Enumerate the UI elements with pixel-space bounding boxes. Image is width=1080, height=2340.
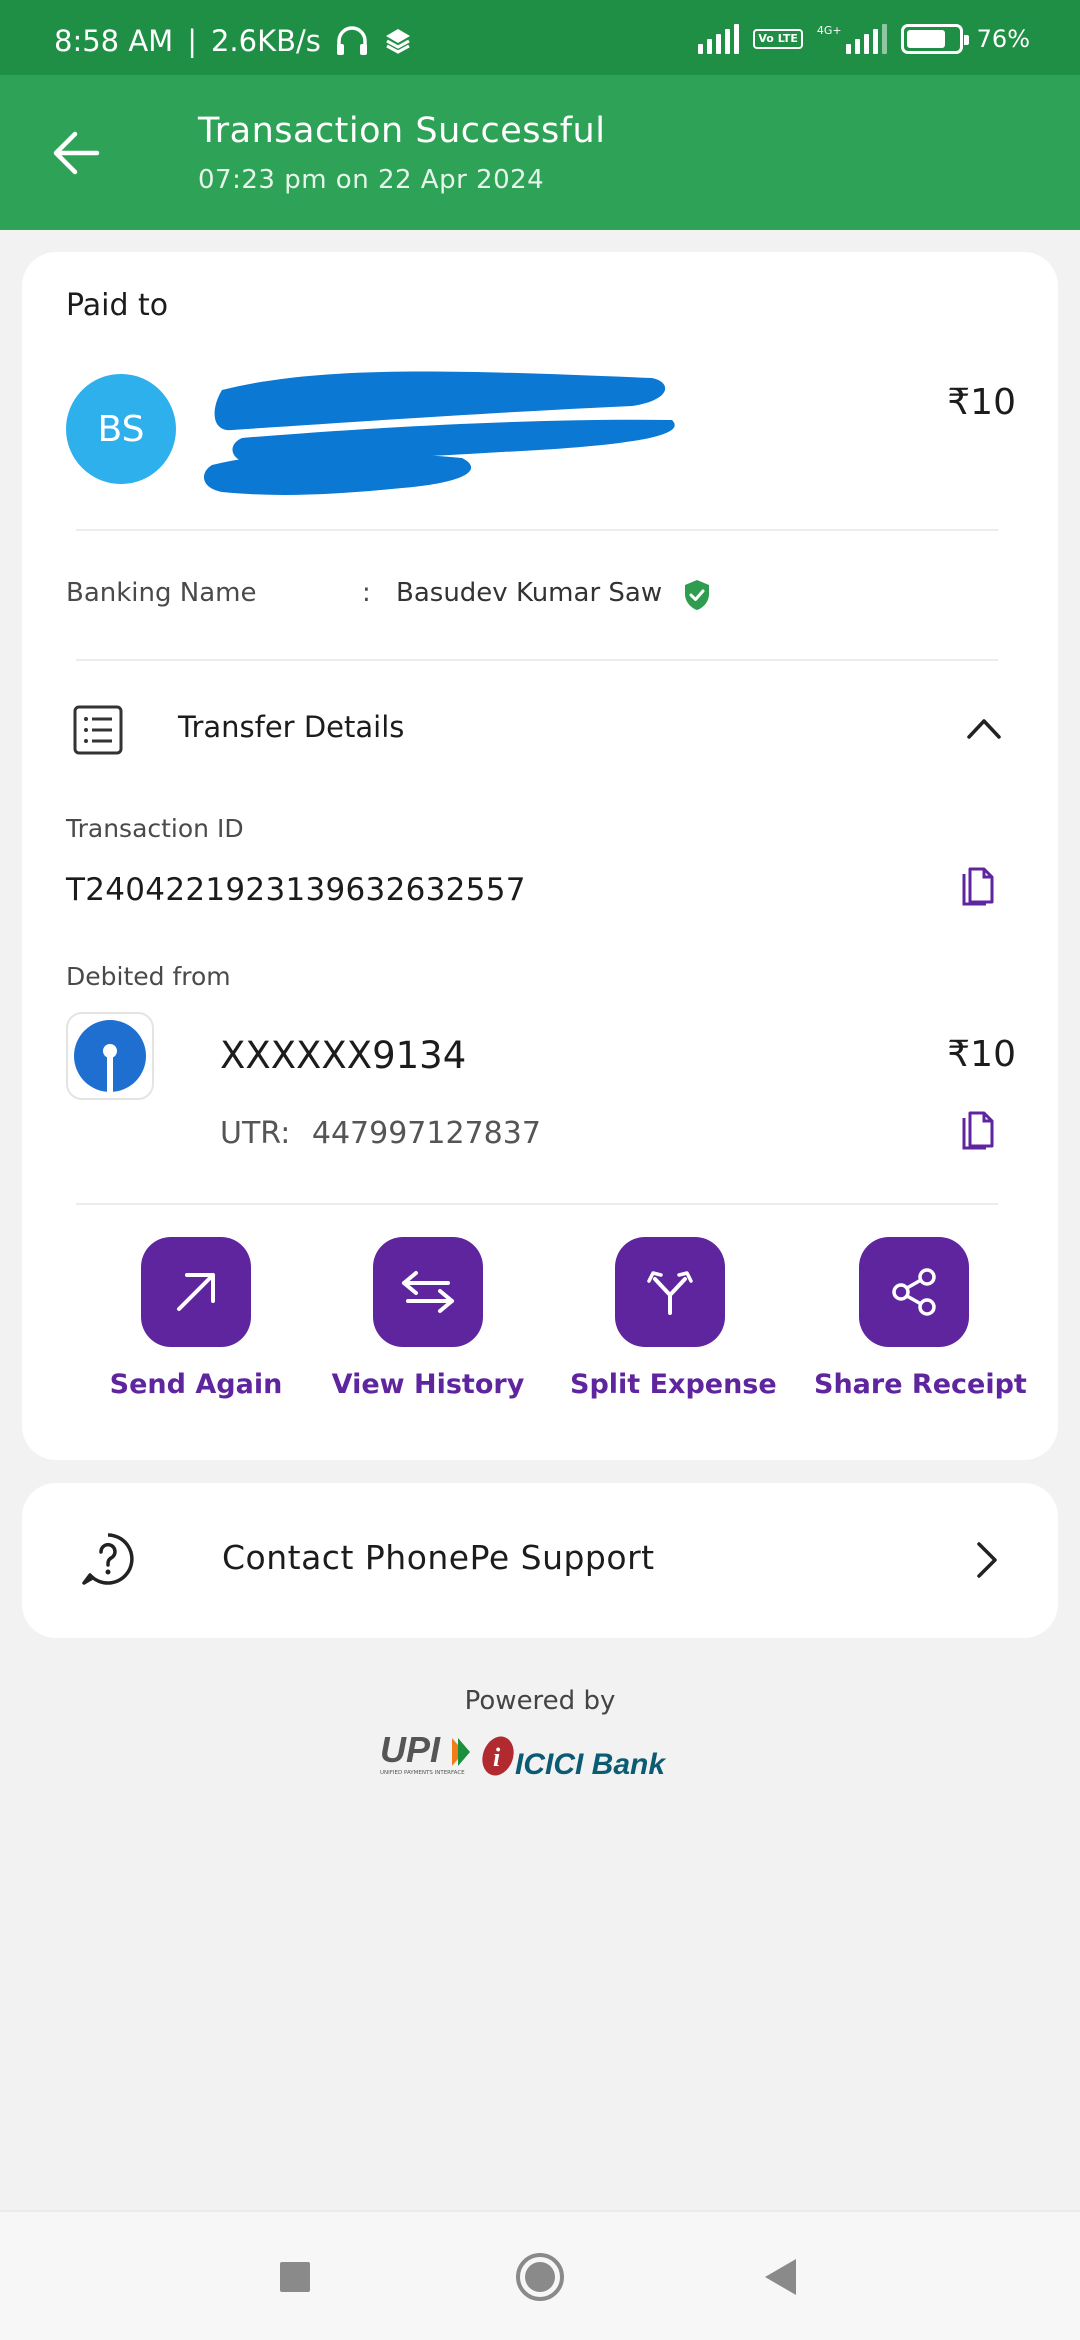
paid-to-label: Paid to: [66, 288, 169, 323]
help-question-icon: [82, 1533, 134, 1585]
status-separator: |: [187, 24, 197, 58]
page-title: Transaction Successful: [198, 111, 606, 151]
battery-icon: [900, 24, 969, 54]
chevron-right-icon[interactable]: [974, 1541, 1000, 1579]
upi-logo: UPI UNIFIED PAYMENTS INTERFACE: [380, 1730, 470, 1776]
triangle-back-icon: [765, 2259, 796, 2295]
icici-bank-logo: i ICICI Bank: [482, 1736, 666, 1781]
battery-level: 76%: [976, 25, 1030, 53]
send-again-label: Send Again: [109, 1369, 283, 1400]
square-icon: [280, 2262, 310, 2292]
banking-name-label: Banking Name: [66, 578, 257, 608]
banking-name-colon: :: [362, 578, 371, 608]
svg-text:i: i: [493, 1743, 501, 1772]
status-bar: 8:58 AM | 2.6KB/s Vo LTE 4G+ 76%: [0, 0, 1080, 75]
send-again-icon-button[interactable]: [141, 1237, 251, 1347]
signal-4g-icon: 4G+: [817, 24, 887, 54]
volte-badge: Vo LTE: [753, 29, 803, 49]
share-icon: [892, 1268, 936, 1316]
divider: [76, 1203, 998, 1205]
copy-transaction-id-icon[interactable]: [958, 866, 996, 910]
status-time: 8:58 AM: [54, 24, 174, 58]
split-expense-label: Split Expense: [570, 1369, 777, 1400]
quick-actions: Send Again View History Split Expense Sh…: [22, 1237, 1058, 1427]
transfer-details-title[interactable]: Transfer Details: [178, 710, 404, 744]
transaction-id-label: Transaction ID: [66, 814, 244, 843]
arrow-up-right-icon: [177, 1273, 215, 1311]
view-history-label: View History: [331, 1369, 525, 1400]
network-speed: 2.6KB/s: [210, 24, 321, 58]
upi-logo-text: UPI: [380, 1730, 441, 1770]
utr-number: UTR: 447997127837: [220, 1116, 541, 1151]
view-history-button[interactable]: View History: [328, 1237, 528, 1400]
app-header: Transaction Successful 07:23 pm on 22 Ap…: [0, 75, 1080, 230]
receipt-list-icon: [73, 705, 123, 755]
share-receipt-button[interactable]: Share Receipt: [814, 1237, 1027, 1400]
debit-account-number: XXXXXX9134: [220, 1034, 467, 1077]
paid-amount: ₹10: [947, 382, 1016, 423]
redacted-payee-name: [203, 371, 675, 495]
back-nav-button[interactable]: [736, 2212, 826, 2340]
status-left: 8:58 AM | 2.6KB/s: [54, 24, 413, 58]
signal-icon: [698, 24, 740, 54]
headphones-icon: [335, 25, 369, 57]
share-receipt-icon-button[interactable]: [859, 1237, 969, 1347]
split-icon: [647, 1271, 693, 1315]
utr-value: 447997127837: [311, 1116, 541, 1151]
verified-shield-icon: [685, 580, 709, 610]
system-navigation-bar: [0, 2210, 1080, 2340]
utr-label: UTR:: [220, 1116, 291, 1151]
copy-utr-icon[interactable]: [958, 1110, 996, 1154]
debited-from-label: Debited from: [66, 962, 231, 991]
home-button[interactable]: [495, 2212, 585, 2340]
payee-avatar: BS: [66, 374, 176, 484]
icici-bank-text: ICICI Bank: [515, 1748, 666, 1781]
back-arrow-icon: [53, 131, 100, 175]
network-type: 4G+: [816, 24, 842, 37]
recents-button[interactable]: [250, 2212, 340, 2340]
back-button[interactable]: [46, 123, 106, 183]
bank-logo: [66, 1012, 154, 1100]
share-receipt-label: Share Receipt: [814, 1369, 1027, 1400]
view-history-icon-button[interactable]: [373, 1237, 483, 1347]
divider: [76, 529, 998, 531]
debit-amount: ₹10: [947, 1034, 1016, 1075]
split-expense-icon-button[interactable]: [615, 1237, 725, 1347]
send-again-button[interactable]: Send Again: [96, 1237, 296, 1400]
upi-tagline: UNIFIED PAYMENTS INTERFACE: [380, 1770, 465, 1776]
support-card[interactable]: Contact PhonePe Support: [22, 1483, 1058, 1638]
chevron-up-icon[interactable]: [966, 716, 1002, 740]
home-circle-icon: [516, 2253, 564, 2301]
transaction-id-value: T2404221923139632632557: [66, 872, 526, 908]
divider: [76, 659, 998, 661]
layers-icon: [383, 26, 413, 56]
banking-name-value: Basudev Kumar Saw: [396, 578, 663, 608]
powered-by-label: Powered by: [464, 1686, 616, 1716]
sbi-logo-icon: [74, 1020, 146, 1092]
swap-arrows-icon: [402, 1271, 454, 1313]
transaction-timestamp: 07:23 pm on 22 Apr 2024: [198, 165, 545, 195]
status-right: Vo LTE 4G+ 76%: [698, 24, 1030, 54]
transaction-card: Paid to BS ₹10 Banking Name : Basudev Ku…: [22, 252, 1058, 1460]
partner-logos: UPI UNIFIED PAYMENTS INTERFACE i ICICI B…: [380, 1730, 666, 1781]
contact-support-label[interactable]: Contact PhonePe Support: [222, 1538, 655, 1577]
split-expense-button[interactable]: Split Expense: [570, 1237, 777, 1400]
